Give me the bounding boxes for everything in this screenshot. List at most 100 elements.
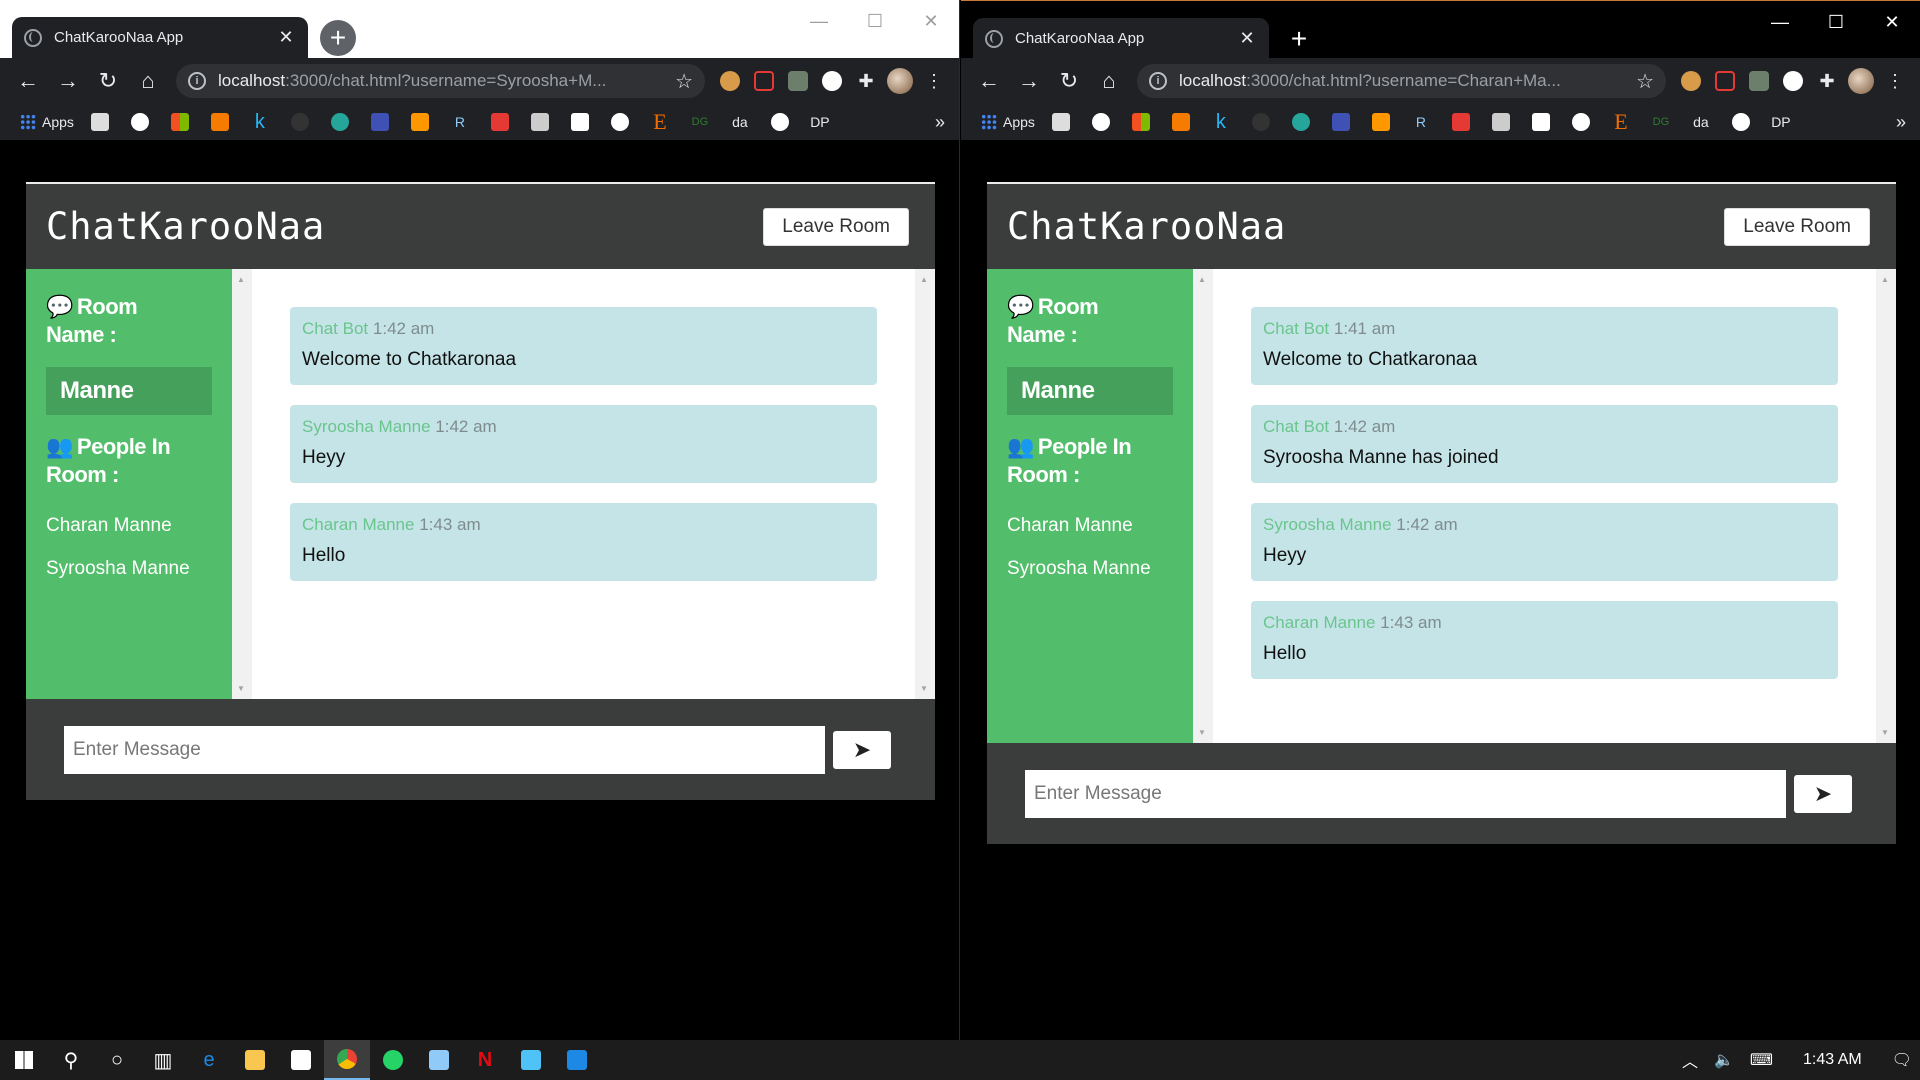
extensions-icon[interactable]: ✚ — [849, 63, 883, 99]
circle-extension-icon[interactable] — [815, 63, 849, 99]
message-input[interactable] — [64, 725, 825, 774]
cookie-extension-icon[interactable] — [1674, 63, 1708, 99]
mail-icon[interactable] — [508, 1040, 554, 1080]
bookmark-da[interactable]: da — [720, 108, 760, 136]
puzzle-extension-icon[interactable] — [781, 63, 815, 99]
close-tab-icon[interactable]: ✕ — [1237, 28, 1257, 49]
taskbar-clock[interactable]: 1:43 AM — [1781, 1051, 1884, 1069]
address-bar[interactable]: i localhost :3000/chat.html?username=Cha… — [1137, 64, 1666, 98]
extensions-icon[interactable]: ✚ — [1810, 63, 1844, 99]
bookmark-apps[interactable]: Apps — [975, 108, 1041, 136]
info-icon[interactable]: i — [188, 72, 206, 90]
scrollbar-left[interactable] — [1193, 269, 1213, 743]
message-input[interactable] — [1025, 769, 1786, 818]
forward-icon[interactable]: → — [48, 63, 88, 99]
address-bar[interactable]: i localhost :3000/chat.html?username=Syr… — [176, 64, 705, 98]
minimize-icon[interactable]: — — [791, 6, 847, 36]
close-window-icon[interactable]: ✕ — [1864, 7, 1920, 37]
bookmark-12[interactable] — [1481, 108, 1521, 136]
bookmark-k[interactable]: k — [1201, 108, 1241, 136]
bookmark-8[interactable] — [1321, 108, 1361, 136]
bookmark-dg[interactable]: DG — [1641, 108, 1681, 136]
search-icon[interactable]: ⚲ — [48, 1040, 94, 1080]
bookmark-microsoft[interactable] — [160, 108, 200, 136]
bookmark-1[interactable] — [80, 108, 120, 136]
chrome-icon[interactable] — [324, 1040, 370, 1080]
bookmark-r[interactable]: R — [440, 108, 480, 136]
bookmark-da[interactable]: da — [1681, 108, 1721, 136]
pdf-extension-icon[interactable] — [747, 63, 781, 99]
home-icon[interactable]: ⌂ — [128, 63, 168, 99]
puzzle-extension-icon[interactable] — [1742, 63, 1776, 99]
scrollbar-right[interactable] — [915, 269, 935, 699]
scrollbar-left[interactable] — [232, 269, 252, 699]
keyboard-icon[interactable]: ⌨ — [1742, 1050, 1781, 1070]
bookmark-18[interactable] — [760, 108, 800, 136]
close-tab-icon[interactable]: ✕ — [276, 27, 296, 48]
bookmark-11[interactable] — [480, 108, 520, 136]
bookmark-dp[interactable]: DP — [1761, 108, 1801, 136]
bookmark-13[interactable] — [1521, 108, 1561, 136]
send-button[interactable]: ➤ — [1794, 774, 1852, 813]
bookmark-14[interactable] — [600, 108, 640, 136]
bookmark-e[interactable]: E — [1601, 108, 1641, 136]
close-window-icon[interactable]: ✕ — [903, 6, 959, 36]
maximize-icon[interactable]: ☐ — [1808, 7, 1864, 37]
reload-icon[interactable]: ↻ — [88, 63, 128, 99]
new-tab-button[interactable]: + — [320, 20, 356, 56]
bookmark-7[interactable] — [320, 108, 360, 136]
bookmark-11[interactable] — [1441, 108, 1481, 136]
minimize-icon[interactable]: — — [1752, 7, 1808, 37]
bookmark-13[interactable] — [560, 108, 600, 136]
cortana-icon[interactable]: ○ — [94, 1040, 140, 1080]
notifications-icon[interactable]: 🗨 — [1884, 1050, 1920, 1070]
bookmark-dg[interactable]: DG — [680, 108, 720, 136]
app-icon[interactable] — [416, 1040, 462, 1080]
bookmark-apps[interactable]: Apps — [14, 108, 80, 136]
bookmark-2[interactable] — [1081, 108, 1121, 136]
netflix-icon[interactable]: N — [462, 1040, 508, 1080]
cookie-extension-icon[interactable] — [713, 63, 747, 99]
bookmark-9[interactable] — [400, 108, 440, 136]
profile-avatar[interactable] — [883, 63, 917, 99]
bookmark-star-icon[interactable]: ☆ — [1636, 69, 1654, 94]
bookmark-14[interactable] — [1561, 108, 1601, 136]
forward-icon[interactable]: → — [1009, 63, 1049, 99]
bookmark-microsoft[interactable] — [1121, 108, 1161, 136]
bookmark-9[interactable] — [1361, 108, 1401, 136]
leave-room-button[interactable]: Leave Room — [1724, 207, 1870, 246]
pdf-extension-icon[interactable] — [1708, 63, 1742, 99]
browser-menu-icon[interactable]: ⋮ — [917, 63, 951, 99]
scrollbar-right[interactable] — [1876, 269, 1896, 743]
browser-tab[interactable]: ChatKarooNaa App ✕ — [12, 17, 308, 58]
bookmark-4[interactable] — [200, 108, 240, 136]
store-icon[interactable] — [278, 1040, 324, 1080]
leave-room-button[interactable]: Leave Room — [763, 207, 909, 246]
bookmark-18[interactable] — [1721, 108, 1761, 136]
bookmark-4[interactable] — [1161, 108, 1201, 136]
bookmark-github[interactable] — [1241, 108, 1281, 136]
bookmark-dp[interactable]: DP — [800, 108, 840, 136]
file-explorer-icon[interactable] — [232, 1040, 278, 1080]
volume-icon[interactable]: 🔈 — [1706, 1050, 1742, 1070]
bookmark-r[interactable]: R — [1401, 108, 1441, 136]
vscode-icon[interactable] — [554, 1040, 600, 1080]
circle-extension-icon[interactable] — [1776, 63, 1810, 99]
back-icon[interactable]: ← — [8, 63, 48, 99]
bookmark-8[interactable] — [360, 108, 400, 136]
task-view-icon[interactable]: ▥ — [140, 1040, 186, 1080]
bookmark-github[interactable] — [280, 108, 320, 136]
edge-icon[interactable]: e — [186, 1040, 232, 1080]
bookmark-k[interactable]: k — [240, 108, 280, 136]
send-button[interactable]: ➤ — [833, 730, 891, 769]
windows-start-icon[interactable] — [0, 1040, 48, 1080]
bookmarks-more-icon[interactable]: » — [1896, 112, 1906, 133]
bookmark-7[interactable] — [1281, 108, 1321, 136]
profile-avatar[interactable] — [1844, 63, 1878, 99]
whatsapp-icon[interactable] — [370, 1040, 416, 1080]
bookmark-2[interactable] — [120, 108, 160, 136]
browser-tab[interactable]: ChatKarooNaa App ✕ — [973, 18, 1269, 59]
reload-icon[interactable]: ↻ — [1049, 63, 1089, 99]
info-icon[interactable]: i — [1149, 72, 1167, 90]
browser-menu-icon[interactable]: ⋮ — [1878, 63, 1912, 99]
